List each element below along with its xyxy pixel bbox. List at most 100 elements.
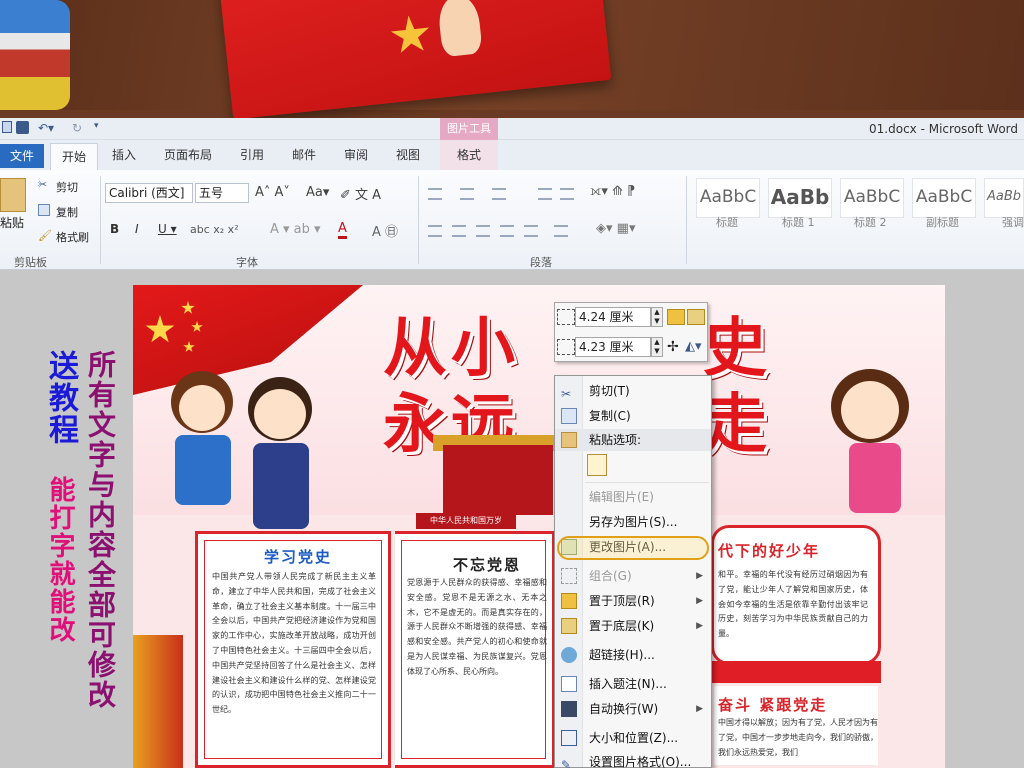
- numbering-icon[interactable]: [460, 188, 474, 200]
- width-spinner[interactable]: ▲ ▼: [651, 337, 663, 357]
- tab-review[interactable]: 审阅: [338, 146, 374, 163]
- context-menu: ✂ 剪切(T) 复制(C) 粘贴选项: 编辑图片(E) 另存为图片(S)... 更…: [554, 375, 712, 768]
- group-icon: [561, 568, 577, 584]
- line-spacing-icon[interactable]: [554, 225, 568, 237]
- menu-item-label: 粘贴选项:: [589, 433, 642, 447]
- font-name-select[interactable]: Calibri (西文]: [105, 183, 193, 203]
- poster-page[interactable]: 从小 史 永远 走 中华人民共和国万岁 学习党史 中国共产党人带领人民完成了新民…: [133, 285, 945, 768]
- chinese-layout-icon[interactable]: ⟗▾ ⟰ ⁋: [590, 184, 635, 199]
- panel-remember-party[interactable]: 不忘党恩 党恩源于人民群众的获得感、幸福感和安全感。党恩不是无源之水、无本之木，…: [395, 531, 555, 768]
- style-subtitle[interactable]: AaBbC: [912, 178, 976, 218]
- submenu-arrow-icon: ▶: [696, 704, 703, 714]
- style-emphasis[interactable]: AaBb: [984, 178, 1024, 218]
- send-backward-icon[interactable]: [687, 309, 705, 325]
- width-input[interactable]: 4.23 厘米: [575, 337, 651, 357]
- save-icon[interactable]: [16, 121, 29, 134]
- menu-item-copy[interactable]: 复制(C): [555, 405, 711, 427]
- align-right-icon[interactable]: [476, 225, 490, 237]
- paste-keep-format-icon[interactable]: [587, 454, 607, 476]
- picture-tools-label: 图片工具: [440, 118, 498, 140]
- menu-item-save-as-picture[interactable]: 另存为图片(S)...: [555, 511, 711, 533]
- panel-follow-party[interactable]: 奋斗 紧跟党走 中国才得以解放；因为有了党，人民才因为有了党，中国才一步步地走向…: [711, 683, 881, 768]
- shape-height-icon: [557, 309, 575, 325]
- align-left-icon[interactable]: [428, 225, 442, 237]
- style-emphasis-label: 强调: [1002, 216, 1024, 229]
- bold-icon[interactable]: B: [110, 222, 119, 236]
- tab-references[interactable]: 引用: [234, 146, 270, 163]
- gate-sign: 中华人民共和国万岁: [416, 513, 516, 529]
- copy-button[interactable]: 复制: [56, 204, 78, 220]
- wrap-icon: [561, 701, 577, 717]
- ribbon-tabs: 文件 开始 插入 页面布局 引用 邮件 审阅 视图 格式: [0, 140, 1024, 171]
- customize-qat-icon[interactable]: ▾: [94, 121, 99, 131]
- promo-modifiable: 所有文字与内容全部可修改: [84, 350, 117, 710]
- copy-icon[interactable]: [38, 204, 50, 216]
- menu-item-bring-to-front[interactable]: 置于顶层(R) ▶: [555, 590, 711, 612]
- multilevel-list-icon[interactable]: [492, 188, 506, 200]
- tab-format[interactable]: 格式: [440, 140, 498, 170]
- menu-item-hyperlink[interactable]: 超链接(H)...: [555, 644, 711, 666]
- shading-icon[interactable]: ◈▾ ▦▾: [596, 221, 635, 236]
- paragraph-group-label: 段落: [530, 256, 552, 269]
- paste-button[interactable]: 粘贴: [0, 214, 24, 231]
- bring-forward-icon[interactable]: [667, 309, 685, 325]
- grow-font-icon[interactable]: A˄ A˅: [255, 185, 290, 200]
- font-size-select[interactable]: 五号: [195, 183, 249, 203]
- hyperlink-icon: [561, 647, 577, 663]
- style-title-label: 标题: [716, 216, 738, 229]
- panel-title: 学习党史: [264, 548, 333, 566]
- menu-item-format-picture[interactable]: ✎ 设置图片格式(O)...: [555, 751, 711, 768]
- style-heading1[interactable]: AaBb: [768, 178, 832, 218]
- menu-item-cut[interactable]: ✂ 剪切(T): [555, 380, 711, 402]
- style-title[interactable]: AaBbC: [696, 178, 760, 218]
- star-icon: [389, 14, 433, 58]
- redo-icon[interactable]: ↻: [72, 121, 82, 135]
- menu-item-insert-caption[interactable]: 插入题注(N)...: [555, 673, 711, 695]
- tab-home[interactable]: 开始: [50, 143, 98, 171]
- tab-insert[interactable]: 插入: [106, 146, 142, 163]
- distributed-icon[interactable]: [524, 225, 538, 237]
- style-heading2-label: 标题 2: [854, 216, 887, 229]
- style-heading2[interactable]: AaBbC: [840, 178, 904, 218]
- paste-icon[interactable]: [0, 178, 26, 212]
- tab-page-layout[interactable]: 页面布局: [158, 146, 218, 163]
- quick-access-toolbar: ↶▾ ↻ ▾ 01.docx - Microsoft Word: [0, 118, 1024, 140]
- height-input[interactable]: 4.24 厘米: [575, 307, 651, 327]
- underline-icon[interactable]: U ▾: [158, 222, 177, 236]
- italic-icon[interactable]: I: [135, 222, 139, 236]
- rotate-icon[interactable]: ◭▾: [685, 340, 703, 356]
- panel-title: 代下的好少年: [718, 542, 821, 560]
- menu-divider: [585, 482, 709, 483]
- clear-format-icon[interactable]: ✐ 文 A: [340, 184, 381, 203]
- tab-file[interactable]: 文件: [0, 144, 44, 168]
- cut-button[interactable]: 剪切: [56, 179, 78, 195]
- bullets-icon[interactable]: [428, 188, 442, 200]
- decrease-indent-icon[interactable]: [538, 188, 552, 200]
- format-painter-icon[interactable]: 🖌: [38, 229, 52, 242]
- menu-item-label: 复制(C): [589, 409, 631, 423]
- menu-item-send-to-back[interactable]: 置于底层(K) ▶: [555, 615, 711, 637]
- menu-item-text-wrap[interactable]: 自动换行(W) ▶: [555, 698, 711, 720]
- strikethrough-icon[interactable]: abc x₂ x²: [190, 223, 239, 236]
- increase-indent-icon[interactable]: [560, 188, 574, 200]
- bring-front-icon: [561, 593, 577, 609]
- font-color-icon[interactable]: A: [338, 221, 347, 239]
- menu-item-size-position[interactable]: 大小和位置(Z)...: [555, 727, 711, 749]
- justify-icon[interactable]: [500, 225, 514, 237]
- format-painter-button[interactable]: 格式刷: [56, 229, 89, 245]
- tab-mailings[interactable]: 邮件: [286, 146, 322, 163]
- change-case-icon[interactable]: Aa▾: [306, 185, 329, 200]
- panel-good-youth[interactable]: 代下的好少年 和平。幸福的年代没有经历过硝烟因为有了党，能让少年人了解党和国家历…: [711, 525, 881, 665]
- menu-item-label: 剪切(T): [589, 384, 630, 398]
- align-center-icon[interactable]: [452, 225, 466, 237]
- crop-icon[interactable]: ✢: [667, 340, 685, 356]
- panel-title: 不忘党恩: [453, 556, 522, 574]
- word-app-icon[interactable]: [2, 121, 12, 133]
- scissors-icon[interactable]: ✂: [38, 178, 50, 191]
- height-spinner[interactable]: ▲ ▼: [651, 307, 663, 327]
- text-effect-icon[interactable]: A ▾ ab ▾: [270, 222, 321, 237]
- panel-learn-history[interactable]: 学习党史 中国共产党人带领人民完成了新民主主义革命，建立了中华人民共和国，完成了…: [195, 531, 391, 768]
- undo-icon[interactable]: ↶▾: [38, 121, 54, 135]
- char-shading-icon[interactable]: A ㊐: [372, 221, 398, 240]
- tab-view[interactable]: 视图: [390, 146, 426, 163]
